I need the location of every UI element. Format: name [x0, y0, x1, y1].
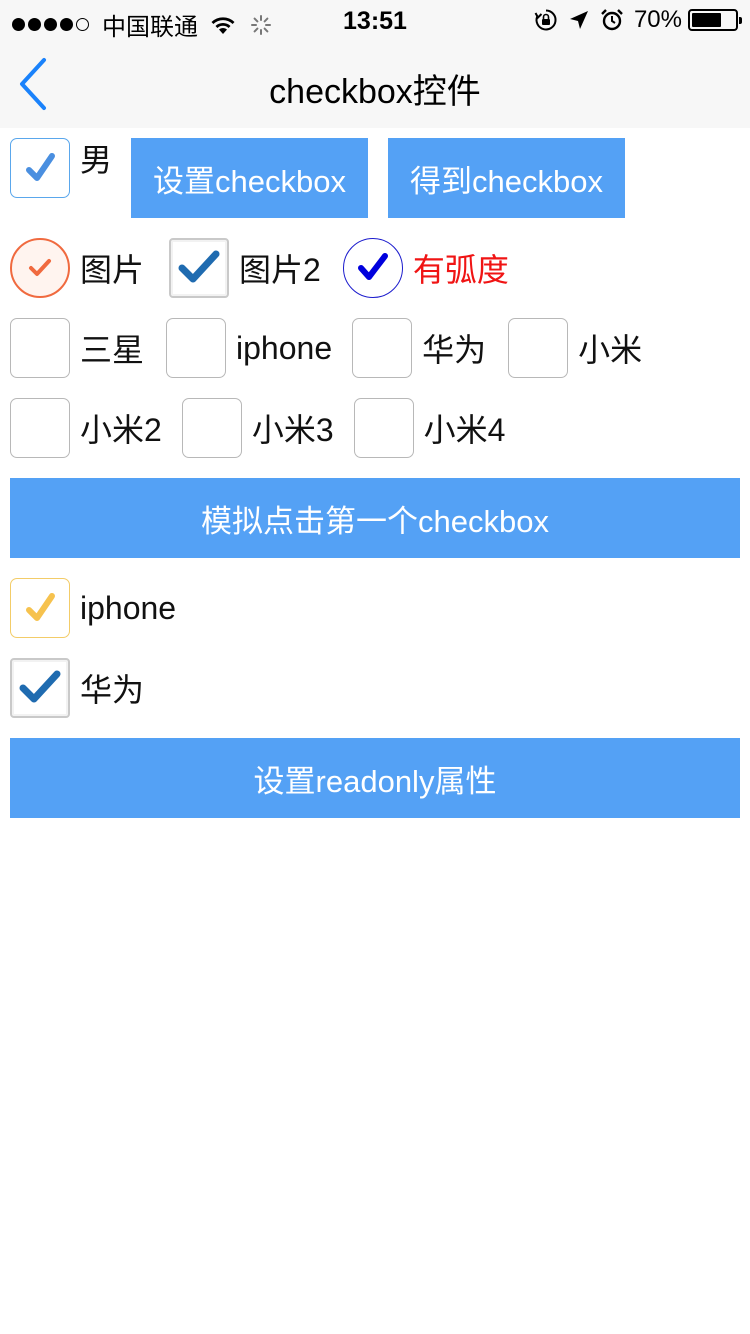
brand-row: 三星 iphone 华为 小米: [10, 318, 642, 378]
check-icon: [26, 593, 55, 621]
battery-icon: [688, 9, 742, 31]
check-icon: [29, 259, 51, 276]
get-checkbox-button[interactable]: 得到checkbox: [388, 138, 625, 218]
brand-label: 华为: [422, 332, 487, 368]
xiaomi-checkbox[interactable]: [508, 318, 569, 378]
iphone-checkbox[interactable]: [166, 318, 227, 378]
readonly-label: 华为: [80, 672, 145, 708]
xiaomi2-checkbox[interactable]: [10, 398, 70, 458]
set-checkbox-button[interactable]: 设置checkbox: [131, 138, 368, 218]
brand-label: 小米: [578, 332, 643, 368]
simulate-click-button[interactable]: 模拟点击第一个checkbox: [10, 478, 740, 558]
battery-percent: 70%: [633, 6, 682, 33]
brand-label: iphone: [236, 329, 333, 366]
check-icon: [26, 153, 55, 181]
readonly-label: iphone: [80, 589, 177, 626]
battery-fill: [692, 13, 721, 27]
orientation-lock-icon: [534, 9, 557, 31]
brand-label: 三星: [80, 332, 145, 368]
status-bar: 中国联通 13:51 70%: [0, 0, 750, 41]
curved-label: 有弧度: [412, 252, 509, 288]
image-label: 图片: [80, 252, 145, 288]
readonly-huawei-row: 华为: [10, 658, 144, 718]
image2-label: 图片2: [239, 252, 321, 288]
huawei-checkbox[interactable]: [352, 318, 413, 378]
gender-row: 男: [10, 138, 112, 198]
readonly-iphone-row: iphone: [10, 578, 176, 638]
curved-checkbox[interactable]: [342, 238, 403, 298]
check-icon: [19, 670, 61, 703]
page-title: checkbox控件: [269, 73, 481, 111]
readonly-huawei-checkbox[interactable]: [10, 658, 70, 718]
image-checkbox[interactable]: [10, 238, 70, 298]
status-right: 70%: [524, 6, 742, 34]
readonly-iphone-checkbox[interactable]: [10, 578, 70, 638]
alarm-clock-icon: [601, 9, 623, 31]
male-label: 男: [80, 142, 113, 178]
check-icon: [357, 253, 388, 280]
brand-label: 小米4: [423, 412, 506, 448]
check-icon: [178, 250, 220, 283]
xiaomi3-checkbox[interactable]: [181, 398, 242, 458]
set-readonly-button[interactable]: 设置readonly属性: [10, 738, 740, 818]
brand-label: 小米3: [251, 412, 334, 448]
location-arrow-icon: [569, 11, 588, 29]
samsung-checkbox[interactable]: [10, 318, 70, 378]
image-checkbox-row: 图片 图片2 有弧度: [10, 238, 509, 298]
male-checkbox[interactable]: [10, 138, 70, 198]
brand-label: 小米2: [80, 412, 162, 448]
image2-checkbox[interactable]: [169, 238, 230, 298]
xiaomi4-checkbox[interactable]: [353, 398, 414, 458]
navigation-bar: checkbox控件: [0, 40, 750, 128]
xiaomi-row: 小米2 小米3 小米4: [10, 398, 505, 458]
